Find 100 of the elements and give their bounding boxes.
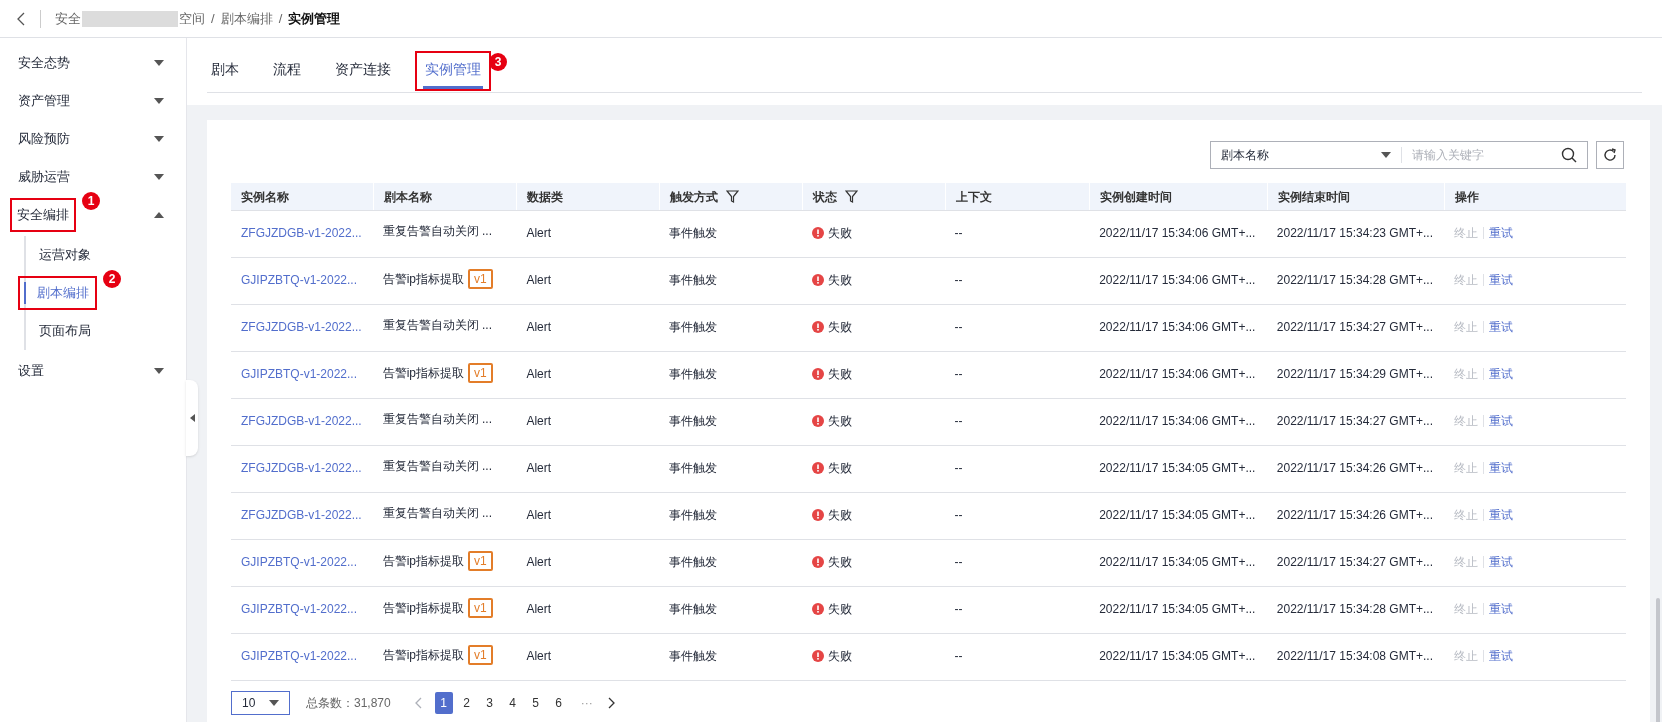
tab[interactable]: 流程 <box>271 59 303 91</box>
page-number[interactable]: 1 <box>434 692 453 714</box>
version-tag: v1 <box>468 551 493 571</box>
search-field-select[interactable]: 剧本名称 <box>1211 146 1401 164</box>
search-input[interactable]: 请输入关键字 <box>1402 146 1561 164</box>
instance-link[interactable]: GJIPZBTQ-v1-2022... <box>241 555 358 569</box>
instance-link[interactable]: GJIPZBTQ-v1-2022... <box>241 649 358 663</box>
error-icon <box>811 227 824 239</box>
breadcrumb-link[interactable]: 空间 <box>179 8 205 29</box>
action-link[interactable]: 重试 <box>1489 647 1514 665</box>
table-cell: 2022/11/17 15:34:06 GMT+... <box>1099 320 1256 334</box>
next-page-icon[interactable] <box>606 697 615 709</box>
scrollbar[interactable] <box>1656 598 1660 722</box>
table-cell: Alert <box>526 649 552 663</box>
status-text: 失败 <box>827 601 852 618</box>
page-number[interactable]: 3 <box>480 692 499 714</box>
action-link[interactable]: 重试 <box>1489 459 1514 477</box>
instance-link[interactable]: ZFGJZDGB-v1-2022... <box>241 461 362 475</box>
action-link[interactable]: 重试 <box>1489 412 1514 430</box>
error-icon <box>811 321 824 333</box>
table-cell: 2022/11/17 15:34:08 GMT+... <box>1276 649 1433 663</box>
column-header: 上下文 <box>955 188 992 206</box>
filter-icon[interactable] <box>844 190 858 203</box>
action-link[interactable]: 重试 <box>1489 553 1514 571</box>
search-icon[interactable] <box>1561 147 1577 163</box>
table-cell: 事件触发 <box>669 508 718 522</box>
instance-link[interactable]: GJIPZBTQ-v1-2022... <box>241 273 358 287</box>
instance-link[interactable]: ZFGJZDGB-v1-2022... <box>241 320 362 334</box>
action-link[interactable]: 重试 <box>1489 506 1514 524</box>
breadcrumb-separator: / <box>278 9 283 28</box>
action-link[interactable]: 重试 <box>1489 271 1514 289</box>
tab[interactable]: 资产连接 <box>333 59 393 91</box>
sidebar-item[interactable]: 设置 <box>16 358 46 384</box>
breadcrumb-link[interactable]: 剧本编排 <box>220 8 273 29</box>
table-cell: 2022/11/17 15:34:28 GMT+... <box>1276 602 1433 616</box>
table-cell-text: 告警ip指标提取 <box>382 365 465 382</box>
tab[interactable]: 实例管理 <box>423 59 483 89</box>
instance-link[interactable]: GJIPZBTQ-v1-2022... <box>241 602 358 616</box>
sidebar-subitem[interactable]: 运营对象 <box>24 242 91 268</box>
table-cell-text: 重复告警自动关闭 ... <box>382 223 493 240</box>
action-link[interactable]: 重试 <box>1489 318 1514 336</box>
breadcrumb-separator: / <box>211 9 215 28</box>
instance-link[interactable]: ZFGJZDGB-v1-2022... <box>241 226 362 240</box>
table-cell: -- <box>954 649 963 663</box>
table-cell: Alert <box>526 602 552 616</box>
instance-link[interactable]: GJIPZBTQ-v1-2022... <box>241 367 358 381</box>
column-header: 状态 <box>812 188 837 206</box>
table-cell: 2022/11/17 15:34:26 GMT+... <box>1276 508 1433 522</box>
table-cell: -- <box>954 461 963 475</box>
status-text: 失败 <box>827 648 852 665</box>
search-field[interactable]: 剧本名称 请输入关键字 <box>1210 141 1588 169</box>
table-cell: 2022/11/17 15:34:23 GMT+... <box>1276 226 1433 240</box>
caret-down-icon <box>154 98 164 104</box>
table-cell: -- <box>954 602 963 616</box>
action-link[interactable]: 重试 <box>1489 365 1514 383</box>
table-cell: 2022/11/17 15:34:27 GMT+... <box>1276 414 1433 428</box>
page-number[interactable]: 5 <box>526 692 545 714</box>
action-link[interactable]: 重试 <box>1489 600 1514 618</box>
error-icon <box>811 650 824 662</box>
table-cell-text: 告警ip指标提取 <box>382 647 465 664</box>
table-cell: 2022/11/17 15:34:05 GMT+... <box>1099 508 1256 522</box>
sidebar-subitem[interactable]: 页面布局 <box>24 318 91 344</box>
column-header: 操作 <box>1455 188 1480 206</box>
instance-link[interactable]: ZFGJZDGB-v1-2022... <box>241 414 362 428</box>
caret-down-icon <box>1381 152 1391 158</box>
filter-icon[interactable] <box>726 190 740 203</box>
sidebar-item[interactable]: 资产管理 <box>16 88 72 114</box>
table-cell: 事件触发 <box>669 273 718 287</box>
sidebar-item[interactable]: 安全编排 <box>15 204 71 226</box>
table-cell-text: 重复告警自动关闭 ... <box>382 458 493 475</box>
tab[interactable]: 剧本 <box>209 59 241 91</box>
page-ellipsis[interactable]: ··· <box>580 694 593 712</box>
sidebar-item[interactable]: 安全态势 <box>16 50 72 76</box>
sidebar-item[interactable]: 风险预防 <box>16 126 72 152</box>
sidebar-item[interactable]: 威胁运营 <box>16 164 72 190</box>
sidebar-subitem[interactable]: 剧本编排 <box>24 282 89 304</box>
page-number[interactable]: 4 <box>503 692 522 714</box>
table-cell: 2022/11/17 15:34:28 GMT+... <box>1276 273 1433 287</box>
table-cell: 事件触发 <box>669 649 718 663</box>
table-cell: 2022/11/17 15:34:27 GMT+... <box>1276 320 1433 334</box>
table-cell-text: 重复告警自动关闭 ... <box>382 317 493 334</box>
table-cell: -- <box>954 367 963 381</box>
column-header: 实例名称 <box>241 188 289 206</box>
table-cell-text: 重复告警自动关闭 ... <box>382 505 493 522</box>
caret-down-icon <box>154 174 164 180</box>
table-cell: 2022/11/17 15:34:06 GMT+... <box>1099 367 1256 381</box>
breadcrumb-link[interactable]: 安全 <box>55 8 81 29</box>
instance-link[interactable]: ZFGJZDGB-v1-2022... <box>241 508 362 522</box>
page-size-select[interactable]: 10 <box>231 691 290 715</box>
total-count: 总条数：31,870 <box>306 695 391 712</box>
page-number[interactable]: 6 <box>549 692 568 714</box>
action-link[interactable]: 重试 <box>1489 224 1514 242</box>
caret-up-icon <box>154 212 164 218</box>
refresh-button[interactable] <box>1596 141 1624 169</box>
collapse-handle[interactable] <box>186 380 198 456</box>
table-cell: Alert <box>526 461 552 475</box>
page-number[interactable]: 2 <box>457 692 476 714</box>
back-icon[interactable] <box>16 11 26 26</box>
column-header: 数据类 <box>527 188 564 206</box>
collapse-arrow-icon <box>189 414 195 422</box>
